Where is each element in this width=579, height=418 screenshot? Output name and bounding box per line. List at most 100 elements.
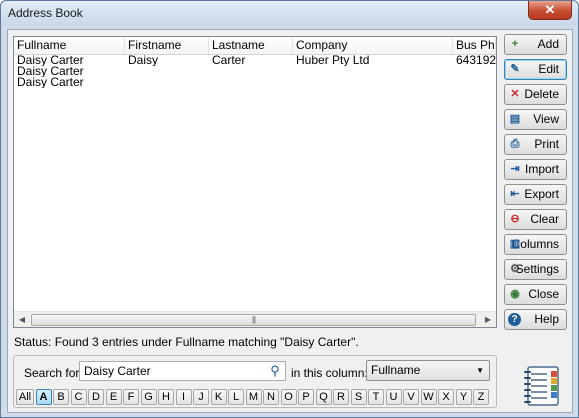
cell-fullname: Daisy Carter [17,55,84,66]
alphabet-button-b[interactable]: B [53,389,69,405]
alphabet-button-i[interactable]: I [175,389,192,405]
import-button[interactable]: ⇥ Import [504,159,567,180]
client-area: Fullname Firstname Lastname Company Bus … [7,29,573,413]
alphabet-button-all[interactable]: All [16,389,34,405]
alphabet-button-s[interactable]: S [350,389,367,405]
alphabet-button-z[interactable]: Z [473,389,489,405]
help-button-label: Help [534,312,559,326]
delete-icon: ✕ [510,88,520,100]
alphabet-button-g[interactable]: G [140,389,157,405]
cell-fullname: Daisy Carter [17,77,84,88]
close-button-label: Close [528,287,559,301]
alphabet-button-o[interactable]: O [280,389,297,405]
address-book-window: Address Book ✕ Fullname Firstname Lastna… [0,0,579,418]
column-header-lastname[interactable]: Lastname [209,37,293,54]
horizontal-scrollbar[interactable]: ◀ ||| ▶ [14,311,496,327]
add-button[interactable]: + Add [504,34,567,55]
column-label: in this column: [291,366,368,380]
print-button-label: Print [534,137,559,151]
help-icon: ? [508,313,521,326]
address-book-icon [524,366,559,406]
window-close-button[interactable]: ✕ [528,1,572,20]
scrollbar-thumb[interactable]: ||| [31,314,476,326]
alphabet-button-x[interactable]: X [438,389,454,405]
table-row[interactable]: Daisy Carter [14,66,496,77]
search-input[interactable]: Daisy Carter [79,361,286,381]
clear-icon: ⊖ [510,213,520,225]
title-bar[interactable]: Address Book ✕ [1,1,578,25]
view-button[interactable]: ▤ View [504,109,567,130]
delete-button-label: Delete [524,87,559,101]
columns-icon: ▥ [509,238,521,250]
close-button[interactable]: ◉ Close [504,284,567,305]
alphabet-button-d[interactable]: D [88,389,104,405]
column-header-fullname[interactable]: Fullname [14,37,125,54]
cell-firstname: Daisy [128,55,159,66]
column-header-company[interactable]: Company [293,37,453,54]
alphabet-button-r[interactable]: R [333,389,349,405]
alphabet-button-v[interactable]: V [403,389,419,405]
columns-button[interactable]: ▥ Columns [504,234,567,255]
column-select[interactable]: Fullname ▼ [366,360,490,381]
search-icon[interactable]: ⚲ [267,363,283,379]
column-select-value: Fullname [371,363,421,377]
add-button-label: Add [537,37,559,51]
add-icon: + [511,38,519,50]
alphabet-button-m[interactable]: M [245,389,262,405]
cell-company: Huber Pty Ltd [296,55,370,66]
gear-icon: ⚙ [510,263,520,275]
status-text: Status: Found 3 entries under Fullname m… [14,335,359,349]
edit-icon: ✎ [510,63,520,75]
alphabet-button-u[interactable]: U [385,389,402,405]
alphabet-button-c[interactable]: C [70,389,87,405]
edit-button[interactable]: ✎ Edit [504,59,567,80]
view-icon: ▤ [509,113,521,125]
alphabet-button-l[interactable]: L [228,389,244,405]
import-icon: ⇥ [510,163,520,175]
export-button[interactable]: ⇤ Export [504,184,567,205]
scroll-right-arrow-icon[interactable]: ▶ [480,312,496,328]
clear-button-label: Clear [530,212,559,226]
print-button[interactable]: ⎙ Print [504,134,567,155]
alphabet-filter: All A B C D E F G H I J K L M N O P Q R S T U V W X Y Z [14,389,496,406]
edit-button-label: Edit [538,62,559,76]
settings-button-label: Settings [515,262,559,276]
contacts-list[interactable]: Fullname Firstname Lastname Company Bus … [13,36,497,328]
cell-bus-phone: 6431923 [456,55,496,66]
import-button-label: Import [524,162,559,176]
alphabet-button-w[interactable]: W [420,389,437,405]
alphabet-button-j[interactable]: J [193,389,209,405]
column-header-bus-phone[interactable]: Bus Phon [453,37,496,54]
chevron-down-icon: ▼ [476,366,484,375]
table-row[interactable]: Daisy Carter [14,77,496,88]
export-icon: ⇤ [510,188,520,200]
list-header: Fullname Firstname Lastname Company Bus … [14,37,496,55]
scroll-left-arrow-icon[interactable]: ◀ [14,312,30,328]
alphabet-button-y[interactable]: Y [455,389,472,405]
alphabet-button-f[interactable]: F [123,389,139,405]
view-button-label: View [533,112,559,126]
alphabet-button-a[interactable]: A [35,389,52,405]
list-rows: Daisy Carter Daisy Carter Huber Pty Ltd … [14,55,496,88]
close-circle-icon: ◉ [510,288,520,300]
alphabet-button-p[interactable]: P [298,389,314,405]
column-header-firstname[interactable]: Firstname [125,37,209,54]
cell-lastname: Carter [212,55,246,66]
cell-fullname: Daisy Carter [17,66,84,77]
search-panel: Search for: Daisy Carter ⚲ in this colum… [13,355,497,408]
settings-button[interactable]: ⚙ Settings [504,259,567,280]
clear-button[interactable]: ⊖ Clear [504,209,567,230]
export-button-label: Export [524,187,559,201]
delete-button[interactable]: ✕ Delete [504,84,567,105]
alphabet-button-e[interactable]: E [105,389,122,405]
alphabet-button-h[interactable]: H [158,389,174,405]
table-row[interactable]: Daisy Carter Daisy Carter Huber Pty Ltd … [14,55,496,66]
alphabet-button-n[interactable]: N [263,389,279,405]
window-title: Address Book [8,6,83,20]
alphabet-button-q[interactable]: Q [315,389,332,405]
help-button[interactable]: ? Help [504,309,567,330]
alphabet-button-t[interactable]: T [368,389,384,405]
search-label: Search for: [24,366,83,380]
print-icon: ⎙ [510,138,520,150]
alphabet-button-k[interactable]: K [210,389,227,405]
